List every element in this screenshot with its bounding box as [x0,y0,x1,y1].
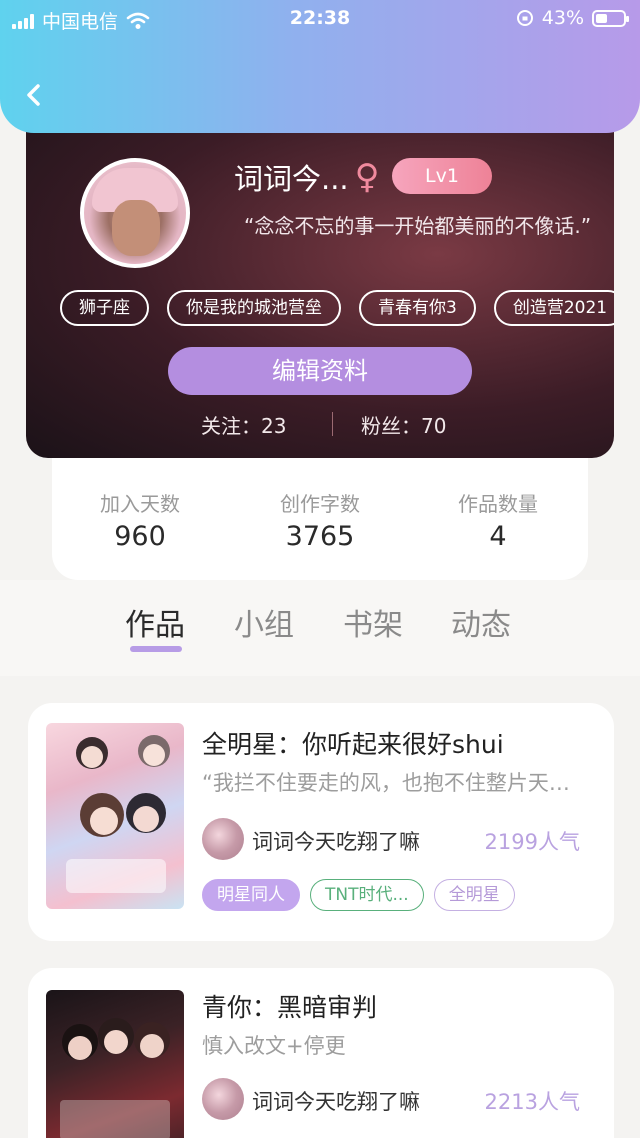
popularity-count: 2213人气 [484,1090,580,1114]
profile-tag[interactable]: 青春有你3 [359,290,476,326]
author-avatar[interactable] [202,1078,244,1120]
tab-works[interactable]: 作品 [125,600,185,644]
divider [332,412,333,436]
profile-name: 词词今... [234,162,349,196]
header-bar: 中国电信 22:38 43% [0,0,640,133]
work-cover-image[interactable] [46,990,184,1138]
stat-label: 作品数量 [458,492,538,516]
stat-work-count: 作品数量 4 [428,488,568,552]
profile-name-row: 词词今... ♀ [234,156,380,198]
profile-tag[interactable]: 创造营2021 [493,290,614,326]
profile-tag[interactable]: 狮子座 [60,290,149,326]
status-bar: 中国电信 22:38 43% [0,0,640,38]
stat-label: 创作字数 [280,492,360,516]
tab-groups[interactable]: 小组 [234,600,294,644]
stat-label: 加入天数 [100,492,180,516]
profile-tag[interactable]: 你是我的城池营垒 [167,290,341,326]
work-cover-image[interactable] [46,723,184,909]
following-count[interactable]: 关注：23 [201,410,286,439]
work-title[interactable]: 全明星：你听起来很好shui [202,725,504,761]
stat-join-days: 加入天数 960 [70,488,210,552]
tab-activity[interactable]: 动态 [451,600,511,644]
author-name[interactable]: 词词今天吃翔了嘛 [252,826,420,856]
work-tag[interactable]: 全明星 [433,879,515,911]
popularity-count: 2199人气 [484,830,580,854]
battery-percent: 43% [541,7,584,29]
followers-count[interactable]: 粉丝：70 [361,410,446,439]
work-title[interactable]: 青你：黑暗审判 [202,988,377,1024]
edit-profile-button[interactable]: 编辑资料 [168,347,472,395]
work-card[interactable]: 青你：黑暗审判 慎入改文+停更 词词今天吃翔了嘛 2213人气 [28,968,614,1138]
stat-value: 960 [114,521,166,552]
work-tag[interactable]: 明星同人 [202,879,300,911]
avatar[interactable] [80,158,190,268]
level-badge: Lv1 [392,158,492,194]
work-tags: 明星同人 TNT时代... 全明星 [202,879,515,911]
author-name[interactable]: 词词今天吃翔了嘛 [252,1086,420,1116]
active-tab-indicator [130,646,182,652]
author-avatar[interactable] [202,818,244,860]
tab-bar [0,580,640,676]
profile-tags: 狮子座 你是我的城池营垒 青春有你3 创造营2021 [60,290,614,326]
orientation-lock-icon [516,10,533,26]
stats-panel: 加入天数 960 创作字数 3765 作品数量 4 [52,458,588,580]
work-description: “我拦不住要走的风，也抱不住整片天… [202,771,570,795]
work-card[interactable]: 全明星：你听起来很好shui “我拦不住要走的风，也抱不住整片天… 词词今天吃翔… [28,703,614,941]
profile-card: 词词今... ♀ Lv1 “念念不忘的事一开始都美丽的不像话.” 狮子座 你是我… [26,118,614,458]
stat-value: 3765 [285,521,355,552]
stat-value: 4 [489,521,507,552]
profile-motto: “念念不忘的事一开始都美丽的不像话.” [244,214,592,238]
female-gender-icon: ♀ [354,157,380,197]
back-arrow-icon[interactable] [20,80,48,110]
stat-word-count: 创作字数 3765 [250,488,390,552]
battery-icon [592,9,629,27]
work-tag[interactable]: TNT时代... [310,879,424,911]
tab-bookshelf[interactable]: 书架 [343,600,403,644]
work-description: 慎入改文+停更 [202,1034,346,1058]
